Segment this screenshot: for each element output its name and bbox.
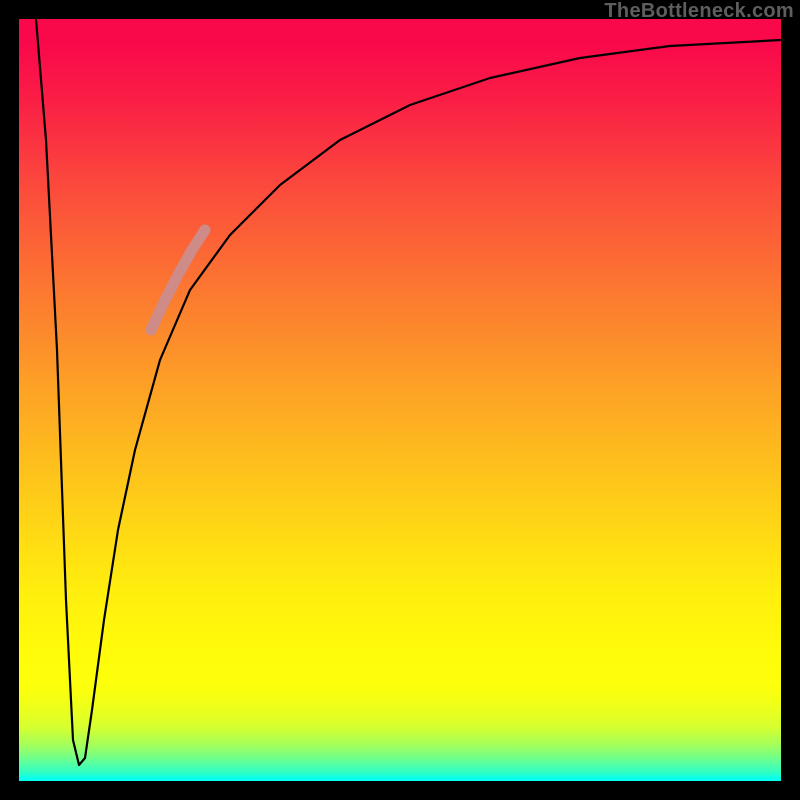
watermark-text: TheBottleneck.com — [604, 0, 794, 23]
chart-frame: TheBottleneck.com — [0, 0, 800, 800]
gradient-plot-area — [19, 19, 781, 781]
